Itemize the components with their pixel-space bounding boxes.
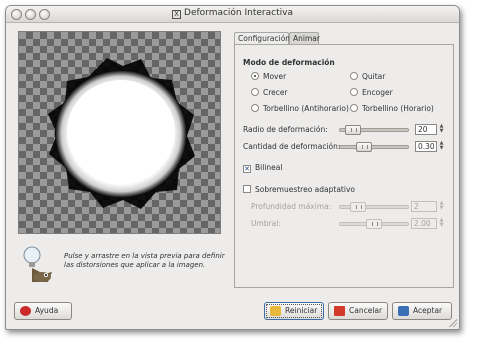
radio-encoger[interactable]: Encoger xyxy=(350,88,393,97)
deform-preview-canvas[interactable] xyxy=(18,31,221,234)
supersample-check-indicator xyxy=(243,185,251,193)
threshold-label: Umbral: xyxy=(251,219,281,228)
ok-button[interactable]: Aceptar xyxy=(392,302,452,320)
cancel-button[interactable]: Cancelar xyxy=(328,302,388,320)
threshold-spin-arrows[interactable]: ▲ ▼ xyxy=(438,218,445,229)
amount-slider-thumb[interactable] xyxy=(355,142,372,152)
x11-app-icon: X xyxy=(172,10,182,19)
radio-mover-indicator xyxy=(251,72,259,80)
title-bar[interactable]: X Deformación Interactiva xyxy=(6,6,459,23)
radius-label: Radio de deformación: xyxy=(243,125,328,134)
bilinear-check-indicator: ✕ xyxy=(243,165,251,173)
radio-mover[interactable]: Mover xyxy=(251,72,286,81)
radius-spin-input[interactable]: 20 xyxy=(415,124,437,135)
threshold-slider[interactable] xyxy=(339,219,409,229)
depth-slider[interactable] xyxy=(339,202,409,212)
amount-spin-arrows[interactable]: ▲ ▼ xyxy=(438,141,445,152)
radio-encoger-indicator xyxy=(350,88,358,96)
radius-slider-thumb[interactable] xyxy=(345,125,362,135)
depth-slider-thumb[interactable] xyxy=(350,202,367,212)
reset-button-label: Reiniciar xyxy=(285,306,318,315)
tab-animar[interactable]: Animar xyxy=(289,32,320,44)
gimp-wilber-hint-icon xyxy=(23,246,52,282)
radio-quitar-label: Quitar xyxy=(362,72,386,81)
resize-grip[interactable] xyxy=(448,318,457,327)
radio-crecer-label: Crecer xyxy=(263,88,288,97)
radio-quitar-indicator xyxy=(350,72,358,80)
radio-mover-label: Mover xyxy=(263,72,287,81)
window-title-container: X Deformación Interactiva xyxy=(6,8,459,19)
radio-torbellino-antihorario[interactable]: Torbellino (Antihorario) xyxy=(251,104,349,113)
tab-animar-label: Animar xyxy=(293,34,320,43)
reset-button[interactable]: Reiniciar xyxy=(264,302,324,320)
cancel-x-icon xyxy=(334,306,345,316)
hint-area: Pulse y arrastre en la vista previa para… xyxy=(18,244,228,282)
amount-label: Cantidad de deformación: xyxy=(243,142,341,151)
threshold-spin-input[interactable]: 2.00 xyxy=(411,218,437,229)
ok-button-label: Aceptar xyxy=(413,306,443,315)
depth-label: Profundidad máxima: xyxy=(251,202,332,211)
radio-crecer-indicator xyxy=(251,88,259,96)
radio-quitar[interactable]: Quitar xyxy=(350,72,385,81)
radio-torbellino-antihorario-indicator xyxy=(251,104,259,112)
radio-encoger-label: Encoger xyxy=(362,88,393,97)
amount-spin-input[interactable]: 0.30 xyxy=(415,141,437,152)
radio-torbellino-antihorario-label: Torbellino (Antihorario) xyxy=(263,104,349,113)
reset-icon xyxy=(270,306,281,316)
window-title: Deformación Interactiva xyxy=(184,8,293,18)
ok-arrow-icon xyxy=(398,306,409,316)
mode-section-title: Modo de deformación xyxy=(243,58,335,67)
help-button-label: Ayuda xyxy=(35,306,59,315)
radio-crecer[interactable]: Crecer xyxy=(251,88,288,97)
hint-text: Pulse y arrastre en la vista previa para… xyxy=(64,252,225,269)
bilinear-checkbox[interactable]: ✕ Bilineal xyxy=(243,163,282,173)
radio-torbellino-horario-indicator xyxy=(350,104,358,112)
radius-slider[interactable] xyxy=(339,125,409,135)
depth-spin-arrows[interactable]: ▲ ▼ xyxy=(438,201,445,212)
cancel-button-label: Cancelar xyxy=(349,306,383,315)
dialog-window: X Deformación Interactiva Pulse y arrast… xyxy=(5,5,460,330)
supersample-checkbox[interactable]: Sobremuestreo adaptativo xyxy=(243,185,355,194)
tab-configuracion-label: Configuración xyxy=(238,34,291,43)
radio-torbellino-horario-label: Torbellino (Horario) xyxy=(362,104,434,113)
help-lifebuoy-icon xyxy=(20,306,31,316)
depth-spin-input[interactable]: 2 xyxy=(411,201,437,212)
supersample-label: Sobremuestreo adaptativo xyxy=(255,185,355,194)
settings-panel: Modo de deformación Mover Quitar Crecer … xyxy=(234,44,454,288)
bilinear-label: Bilineal xyxy=(255,163,283,172)
amount-slider[interactable] xyxy=(339,142,409,152)
help-button[interactable]: Ayuda xyxy=(14,302,72,320)
radius-spin-arrows[interactable]: ▲ ▼ xyxy=(438,124,445,135)
deformed-blob-preview xyxy=(48,58,195,209)
threshold-slider-thumb[interactable] xyxy=(366,219,382,229)
radio-torbellino-horario[interactable]: Torbellino (Horario) xyxy=(350,104,434,113)
